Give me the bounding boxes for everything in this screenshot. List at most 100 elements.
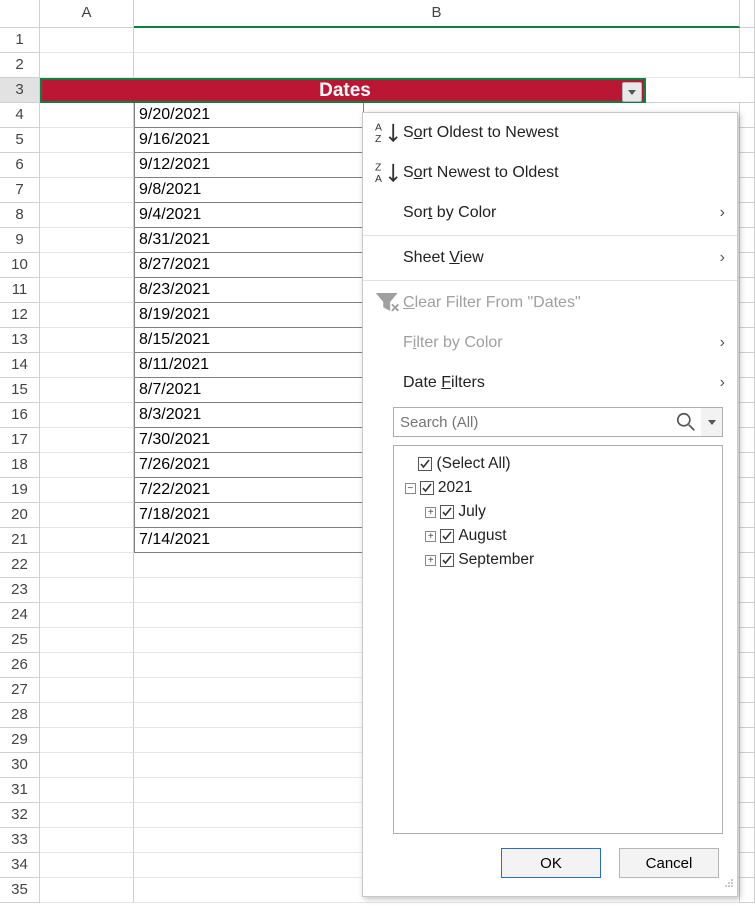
cell[interactable]	[40, 328, 134, 353]
sort-oldest-to-newest[interactable]: AZ Sort Oldest to Newest	[363, 113, 737, 153]
cell[interactable]	[40, 578, 134, 603]
cell[interactable]	[40, 303, 134, 328]
col-header-b[interactable]: B	[134, 0, 740, 28]
date-cell[interactable]: 7/14/2021	[134, 528, 364, 553]
row-header[interactable]: 1	[0, 28, 40, 53]
row-header[interactable]: 8	[0, 203, 40, 228]
date-cell[interactable]: 7/26/2021	[134, 453, 364, 478]
cell[interactable]	[740, 828, 755, 853]
sheet-view[interactable]: Sheet View ›	[363, 238, 737, 278]
date-cell[interactable]: 8/31/2021	[134, 228, 364, 253]
date-cell[interactable]: 8/15/2021	[134, 328, 364, 353]
row-header[interactable]: 7	[0, 178, 40, 203]
search-scope-dropdown[interactable]	[701, 407, 723, 437]
cell[interactable]	[740, 703, 755, 728]
cell[interactable]	[40, 503, 134, 528]
row-header[interactable]: 3	[0, 78, 40, 103]
row-header[interactable]: 9	[0, 228, 40, 253]
row-header[interactable]: 24	[0, 603, 40, 628]
row-header[interactable]: 33	[0, 828, 40, 853]
cell[interactable]	[40, 128, 134, 153]
date-cell[interactable]: 8/27/2021	[134, 253, 364, 278]
cell[interactable]	[40, 678, 134, 703]
cell[interactable]	[40, 778, 134, 803]
row-header[interactable]: 28	[0, 703, 40, 728]
cell[interactable]	[740, 453, 755, 478]
cell[interactable]	[740, 353, 755, 378]
cell[interactable]	[40, 803, 134, 828]
row-header[interactable]: 35	[0, 878, 40, 903]
cell[interactable]	[40, 828, 134, 853]
date-cell[interactable]: 7/18/2021	[134, 503, 364, 528]
row-header[interactable]: 20	[0, 503, 40, 528]
sort-by-color[interactable]: Sort by Color ›	[363, 193, 737, 233]
tree-year[interactable]: 2021	[398, 476, 718, 500]
expand-icon[interactable]	[425, 507, 436, 518]
filter-dropdown-button[interactable]	[622, 82, 642, 102]
checkbox-icon[interactable]	[440, 553, 454, 567]
cell[interactable]	[740, 153, 755, 178]
row-header[interactable]: 12	[0, 303, 40, 328]
row-header[interactable]: 15	[0, 378, 40, 403]
checkbox-icon[interactable]	[440, 505, 454, 519]
checkbox-icon[interactable]	[440, 529, 454, 543]
cell[interactable]	[740, 678, 755, 703]
cell[interactable]	[740, 103, 755, 128]
cell[interactable]	[40, 603, 134, 628]
date-cell[interactable]: 9/20/2021	[134, 103, 364, 128]
collapse-icon[interactable]	[405, 483, 416, 494]
cell[interactable]	[40, 753, 134, 778]
row-header[interactable]: 25	[0, 628, 40, 653]
checkbox-icon[interactable]	[418, 457, 432, 471]
date-cell[interactable]: 8/19/2021	[134, 303, 364, 328]
cell[interactable]	[740, 578, 755, 603]
cell[interactable]	[740, 28, 755, 53]
cell[interactable]	[40, 403, 134, 428]
dates-header-cell[interactable]: Dates	[40, 78, 646, 103]
cell[interactable]	[134, 53, 740, 78]
tree-month[interactable]: July	[398, 500, 718, 524]
cell[interactable]	[40, 178, 134, 203]
cell[interactable]	[40, 528, 134, 553]
date-cell[interactable]: 8/11/2021	[134, 353, 364, 378]
row-header[interactable]: 14	[0, 353, 40, 378]
cell[interactable]	[40, 728, 134, 753]
cell[interactable]	[740, 853, 755, 878]
cell[interactable]	[740, 53, 755, 78]
cell[interactable]	[40, 353, 134, 378]
row-header[interactable]: 10	[0, 253, 40, 278]
row-header[interactable]: 29	[0, 728, 40, 753]
cell[interactable]	[40, 378, 134, 403]
cell[interactable]	[740, 503, 755, 528]
cell[interactable]	[134, 28, 740, 53]
cell[interactable]	[40, 653, 134, 678]
cell[interactable]	[740, 728, 755, 753]
tree-month[interactable]: August	[398, 524, 718, 548]
cell[interactable]	[40, 278, 134, 303]
cell[interactable]	[40, 853, 134, 878]
row-header[interactable]: 19	[0, 478, 40, 503]
row-header[interactable]: 4	[0, 103, 40, 128]
cancel-button[interactable]: Cancel	[619, 848, 719, 878]
cell[interactable]	[740, 228, 755, 253]
date-cell[interactable]: 9/16/2021	[134, 128, 364, 153]
cell[interactable]	[740, 253, 755, 278]
row-header[interactable]: 5	[0, 128, 40, 153]
cell[interactable]	[40, 203, 134, 228]
resize-grip-icon[interactable]	[724, 875, 734, 893]
row-header[interactable]: 22	[0, 553, 40, 578]
cell[interactable]	[740, 603, 755, 628]
cell[interactable]	[40, 878, 134, 903]
date-cell[interactable]: 9/4/2021	[134, 203, 364, 228]
cell[interactable]	[646, 78, 755, 103]
row-header[interactable]: 13	[0, 328, 40, 353]
filter-search-input[interactable]	[393, 407, 723, 437]
cell[interactable]	[40, 53, 134, 78]
cell[interactable]	[40, 703, 134, 728]
date-cell[interactable]: 7/30/2021	[134, 428, 364, 453]
date-cell[interactable]: 8/7/2021	[134, 378, 364, 403]
cell[interactable]	[740, 878, 755, 903]
row-header[interactable]: 27	[0, 678, 40, 703]
col-header-a[interactable]: A	[40, 0, 134, 28]
row-header[interactable]: 30	[0, 753, 40, 778]
